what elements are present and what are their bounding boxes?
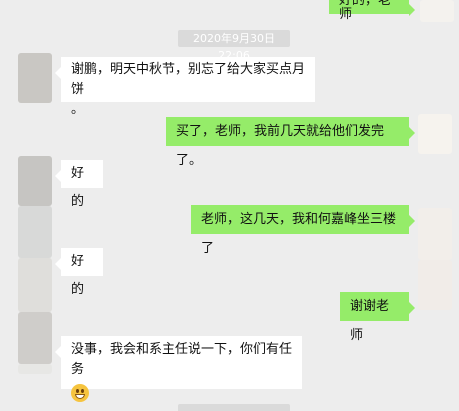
- message-bubble-outgoing[interactable]: 买了，老师，我前几天就给他们发完了。: [166, 117, 415, 168]
- message-text: 好的: [71, 166, 85, 209]
- emoji-row: [71, 383, 292, 403]
- self-avatar[interactable]: [418, 114, 452, 154]
- message-text: 谢谢老师: [350, 299, 390, 343]
- chat-window: 好的，老师 2020年9月30日 22:06 谢鹏，明天中秋节，别忘了给大家买点…: [0, 0, 459, 411]
- grinning-face-emoji-icon: [71, 383, 89, 402]
- message-bubble-outgoing[interactable]: 老师，这几天，我和何嘉峰坐三楼了: [191, 205, 415, 256]
- message-text: 没事，我会和系主任说一下，你们有任务: [71, 342, 293, 377]
- self-avatar[interactable]: [420, 0, 454, 22]
- message-bubble-incoming[interactable]: 好的: [55, 160, 103, 209]
- message-bubble-incoming[interactable]: 没事，我会和系主任说一下，你们有任务: [55, 336, 302, 402]
- self-avatar[interactable]: [418, 208, 452, 260]
- message-bubble-incoming[interactable]: 谢鹏，明天中秋节，别忘了给大家买点月饼 。: [55, 57, 315, 117]
- message-text: 谢鹏，明天中秋节，别忘了给大家买点月饼: [71, 62, 306, 97]
- timestamp-partial: [178, 404, 290, 411]
- message-bubble-incoming[interactable]: 好的: [55, 248, 103, 297]
- timestamp: 2020年9月30日 22:06: [178, 30, 290, 62]
- message-text: 好的，老师: [339, 0, 392, 22]
- message-bubble-outgoing[interactable]: 好的，老师: [329, 0, 415, 22]
- contact-avatar[interactable]: [18, 206, 52, 258]
- message-bubble-outgoing[interactable]: 谢谢老师: [340, 292, 415, 343]
- contact-avatar[interactable]: [18, 258, 52, 312]
- contact-avatar[interactable]: [18, 312, 52, 364]
- message-text: 买了，老师，我前几天就给他们发完了。: [176, 124, 385, 168]
- message-text: 老师，这几天，我和何嘉峰坐三楼了: [201, 212, 397, 256]
- self-avatar[interactable]: [418, 260, 452, 310]
- contact-avatar[interactable]: [18, 156, 52, 206]
- contact-avatar[interactable]: [18, 53, 52, 103]
- contact-avatar[interactable]: [18, 364, 52, 374]
- message-text: 好的: [71, 254, 85, 297]
